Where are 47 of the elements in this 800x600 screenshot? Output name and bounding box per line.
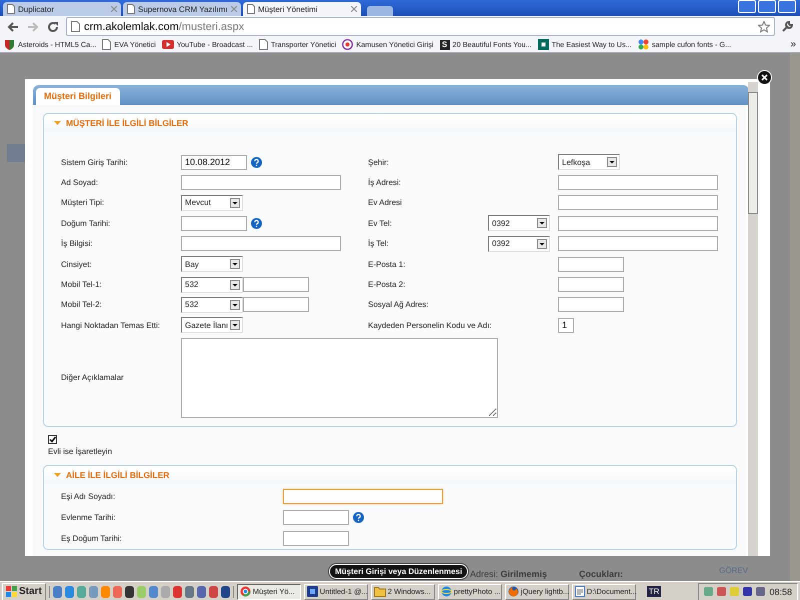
address-text: Adresi: Girilmemiş xyxy=(470,569,548,579)
more-bookmarks[interactable]: » xyxy=(790,39,796,50)
field-label: Ev Adresi xyxy=(368,197,403,208)
field-label: Müşteri Tipi: xyxy=(61,197,106,208)
field-label: Sosyal Ağ Adres: xyxy=(368,299,430,310)
field-label: Ev Tel: xyxy=(368,218,393,229)
field-label: Eşi Adı Soyadı: xyxy=(61,490,116,502)
dropdown[interactable]: 532 xyxy=(181,276,243,293)
field-label: Şehir: xyxy=(368,156,390,168)
field-label: İş Adresi: xyxy=(368,177,402,188)
field-label: Sistem Giriş Tarihi: xyxy=(61,156,129,168)
dropdown[interactable]: 532 xyxy=(181,296,243,313)
field-label: E-Posta 2: xyxy=(368,279,406,290)
field-label: Diğer Açıklamalar xyxy=(61,372,125,384)
input-field[interactable]: 1 xyxy=(558,318,574,333)
field-label: Mobil Tel-1: xyxy=(61,279,103,290)
browser-tab[interactable]: Supernova CRM Yazılımı xyxy=(123,2,241,16)
field-label: E-Posta 1: xyxy=(368,258,406,270)
input-field[interactable]: 10.08.2012 xyxy=(181,154,247,170)
field-label: Hangi Noktadan Temas Etti: xyxy=(61,320,162,331)
letter-icon: S xyxy=(440,40,450,50)
children-label: Çocukları: xyxy=(579,569,624,579)
field-label: Ad Soyad: xyxy=(61,177,99,188)
clock: 08:58 xyxy=(769,586,792,596)
url-text: crm.akolemlak.com/musteri.aspx xyxy=(84,20,244,32)
caption-label: Müşteri Girişi veya Düzenlenmesi xyxy=(329,564,468,579)
field-label: İş Bilgisi: xyxy=(61,238,94,250)
field-label: Cinsiyet: xyxy=(61,258,93,270)
field-label: Evlenme Tarihi: xyxy=(61,512,117,523)
address-bar[interactable]: crm.akolemlak.com/musteri.aspx xyxy=(66,17,775,36)
dropdown[interactable]: Mevcut xyxy=(181,194,243,211)
language-indicator[interactable]: TR xyxy=(646,586,662,597)
dropdown[interactable]: Gazete İlanı xyxy=(181,317,243,334)
browser-tab[interactable]: Duplicator xyxy=(3,2,121,16)
dropdown[interactable]: Lefkoşa xyxy=(558,154,620,170)
dropdown[interactable]: 0392 xyxy=(488,236,550,252)
field-label: Doğum Tarihi: xyxy=(61,218,112,229)
dropdown[interactable]: Bay xyxy=(181,256,243,272)
section-title: MÜŞTERİ İLE İLGİLİ BİLGİLER xyxy=(66,118,188,128)
section-title: AİLE İLE İLGİLİ BİLGİLER xyxy=(66,470,170,480)
browser-tab[interactable]: Müşteri Yönetimi xyxy=(243,2,361,16)
field-label: İş Tel: xyxy=(368,238,390,250)
checkbox-label: Evli ise İşaretleyin xyxy=(48,446,114,457)
start-button[interactable]: Start xyxy=(2,582,46,600)
field-label: Eş Doğum Tarihi: xyxy=(61,532,123,544)
dropdown[interactable]: 0392 xyxy=(488,215,550,232)
field-label: Mobil Tel-2: xyxy=(61,299,103,310)
